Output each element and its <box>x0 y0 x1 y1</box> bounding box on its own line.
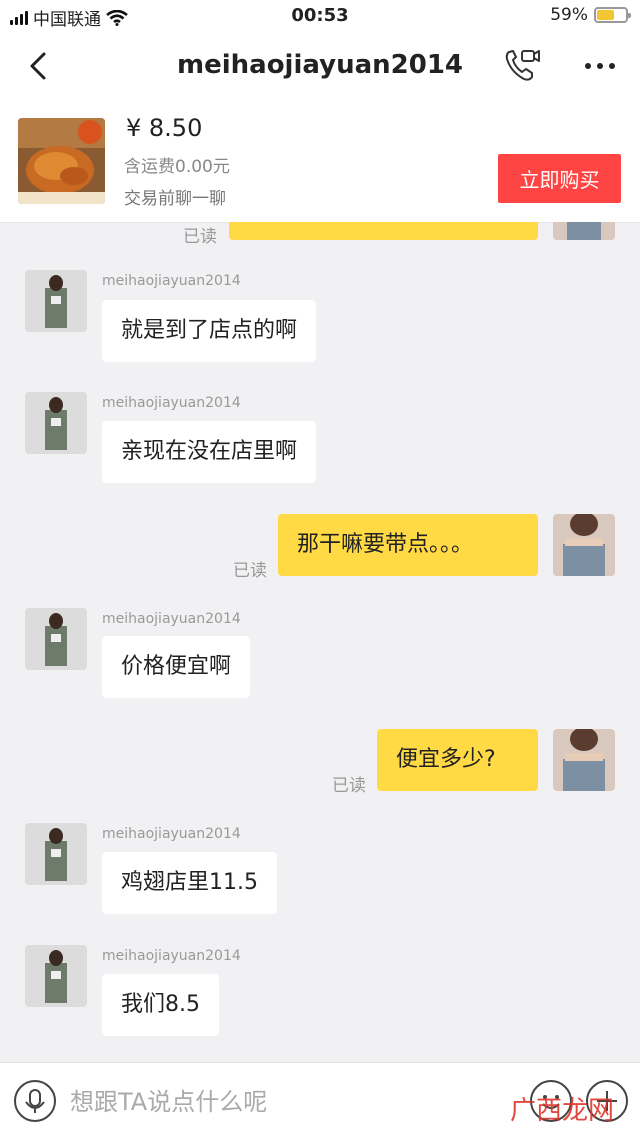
sender-name: meihaojiayuan2014 <box>102 826 241 842</box>
message-bubble-incoming: 鸡翅店里11.5 <box>102 852 277 914</box>
message-bubble-incoming: 就是到了店点的啊 <box>102 300 317 362</box>
contact-avatar[interactable] <box>25 392 87 454</box>
product-card: ¥ 8.50 含运费0.00元 交易前聊一聊 立即购买 <box>0 98 640 223</box>
read-receipt: 已读 <box>233 561 267 581</box>
status-bar: 中国联通 00:53 59% <box>0 0 640 34</box>
chat-note: 交易前聊一聊 <box>124 189 226 209</box>
message-bubble-outgoing <box>229 222 538 240</box>
battery-status: 59% <box>550 5 631 25</box>
sender-name: meihaojiayuan2014 <box>102 273 241 289</box>
contact-avatar[interactable] <box>25 823 87 885</box>
contact-avatar[interactable] <box>25 270 87 332</box>
product-thumbnail[interactable] <box>18 118 105 204</box>
message-bubble-outgoing: 便宜多少? <box>377 729 538 791</box>
video-call-icon[interactable] <box>502 46 542 86</box>
read-receipt: 已读 <box>183 227 217 247</box>
message-bubble-outgoing: 那干嘛要带点。。。 <box>278 514 538 576</box>
message-list[interactable]: 已读 meihaojiayuan2014 就是到了店点的啊 meihaojiay… <box>0 222 640 1062</box>
sender-name: meihaojiayuan2014 <box>102 395 241 411</box>
contact-avatar[interactable] <box>25 608 87 670</box>
product-price: ¥ 8.50 <box>126 114 203 142</box>
chat-header: meihaojiayuan2014 <box>0 34 640 98</box>
read-receipt: 已读 <box>332 776 366 796</box>
contact-avatar[interactable] <box>25 945 87 1007</box>
shipping-info: 含运费0.00元 <box>124 157 230 177</box>
sender-name: meihaojiayuan2014 <box>102 948 241 964</box>
my-avatar[interactable] <box>553 514 615 576</box>
message-bubble-incoming: 我们8.5 <box>102 974 219 1036</box>
buy-now-button[interactable]: 立即购买 <box>498 154 621 203</box>
message-bubble-incoming: 价格便宜啊 <box>102 636 251 698</box>
page-title: meihaojiayuan2014 <box>177 50 463 80</box>
clock: 00:53 <box>291 5 349 26</box>
message-bubble-incoming: 亲现在没在店里啊 <box>102 421 317 483</box>
battery-icon <box>594 7 631 23</box>
battery-percent: 59% <box>550 5 588 25</box>
sender-name: meihaojiayuan2014 <box>102 611 241 627</box>
my-avatar[interactable] <box>553 222 615 240</box>
watermark: 广西龙网 <box>510 1096 615 1126</box>
more-icon[interactable] <box>578 48 622 84</box>
microphone-icon[interactable] <box>14 1080 56 1122</box>
message-input[interactable] <box>68 1077 512 1127</box>
my-avatar[interactable] <box>553 729 615 791</box>
